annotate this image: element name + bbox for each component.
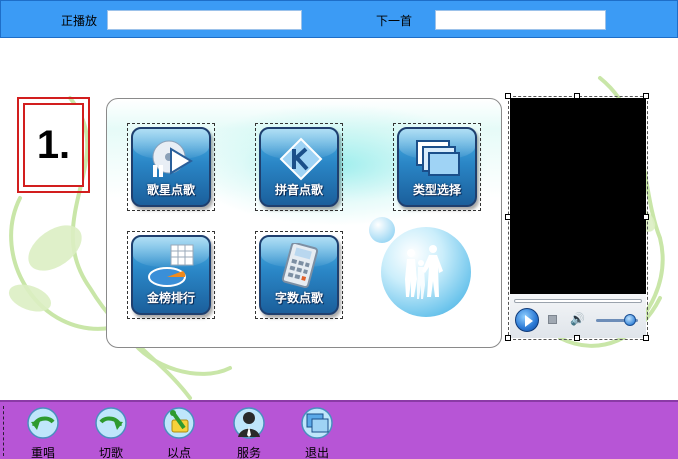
step-number-badge: 1. [17, 97, 90, 193]
tile-singer-search[interactable]: 歌星点歌 [127, 123, 215, 211]
skip-song-label: 切歌 [98, 446, 123, 459]
word-count-search-label: 字数点歌 [274, 291, 323, 305]
step-number-text: 1. [36, 122, 71, 167]
resize-handle[interactable] [574, 335, 580, 341]
tile-word-count-search[interactable]: 字数点歌 [255, 231, 343, 319]
top-chart-button[interactable]: 金榜排行 [131, 235, 211, 315]
song-menu-panel: 歌星点歌 拼音点歌 类型选择 金榜排行 字数点歌 [106, 98, 502, 348]
exit-label: 退出 [304, 446, 329, 459]
service-button[interactable]: 服务 [224, 406, 274, 459]
disc-play-icon [152, 140, 193, 177]
now-playing-label: 正播放 [61, 14, 98, 28]
bar-edge-divider [3, 406, 4, 456]
pie-chart-icon [148, 244, 194, 287]
tile-category-select[interactable]: 类型选择 [393, 123, 481, 211]
now-playing-field[interactable] [107, 10, 302, 30]
stop-icon[interactable] [548, 315, 557, 324]
windows-stack-icon [416, 140, 460, 176]
resize-handle[interactable] [643, 335, 649, 341]
resize-handle[interactable] [505, 93, 511, 99]
resize-handle[interactable] [643, 93, 649, 99]
video-player: 🔊 [505, 93, 649, 341]
seek-bar[interactable] [514, 299, 642, 303]
volume-icon[interactable]: 🔊 [570, 312, 585, 326]
replay-icon [27, 407, 59, 439]
selected-songs-label: 以点 [166, 446, 191, 459]
exit-icon [301, 407, 333, 439]
category-select-button[interactable]: 类型选择 [397, 127, 477, 207]
exit-button[interactable]: 退出 [292, 406, 342, 459]
category-select-label: 类型选择 [412, 183, 461, 197]
dancers-icon [405, 245, 443, 299]
resize-handle[interactable] [505, 214, 511, 220]
singer-search-button[interactable]: 歌星点歌 [131, 127, 211, 207]
word-count-search-button[interactable]: 字数点歌 [259, 235, 339, 315]
service-label: 服务 [236, 446, 261, 459]
skip-icon [95, 407, 127, 439]
tile-top-chart[interactable]: 金榜排行 [127, 231, 215, 319]
top-bar: 正播放 下一首 [0, 0, 678, 38]
replay-label: 重唱 [30, 446, 55, 459]
bottom-nav-bar: 重唱 切歌 以点 服务 退出 [0, 400, 678, 459]
resize-handle[interactable] [574, 93, 580, 99]
play-icon[interactable] [515, 308, 539, 332]
volume-slider-handle[interactable] [624, 314, 636, 326]
k-letter-icon [279, 137, 323, 181]
next-song-label: 下一首 [376, 14, 413, 28]
player-controls: 🔊 [510, 294, 646, 338]
replay-button[interactable]: 重唱 [18, 406, 68, 459]
skip-song-button[interactable]: 切歌 [86, 406, 136, 459]
resize-handle[interactable] [643, 214, 649, 220]
dancers-bubble-decoration [381, 227, 471, 317]
tile-pinyin-search[interactable]: 拼音点歌 [255, 123, 343, 211]
next-song-field[interactable] [435, 10, 606, 30]
top-chart-label: 金榜排行 [146, 291, 195, 305]
video-screen[interactable] [510, 98, 646, 294]
selected-songs-button[interactable]: 以点 [154, 406, 204, 459]
pinyin-search-button[interactable]: 拼音点歌 [259, 127, 339, 207]
selected-list-icon [163, 407, 195, 439]
resize-handle[interactable] [505, 335, 511, 341]
service-person-icon [233, 407, 265, 439]
pinyin-search-label: 拼音点歌 [274, 183, 323, 197]
calculator-icon [281, 243, 319, 289]
singer-search-label: 歌星点歌 [146, 183, 195, 197]
